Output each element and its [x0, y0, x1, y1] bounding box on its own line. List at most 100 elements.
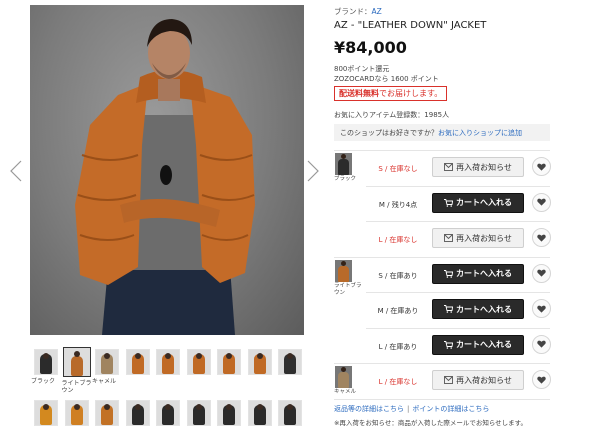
add-to-cart-button[interactable]: カートへ入れる — [432, 299, 524, 319]
thumbnail-head — [104, 353, 110, 359]
color-thumbnail — [335, 153, 352, 175]
favorite-button[interactable] — [532, 192, 551, 212]
add-favorite-shop-link[interactable]: お気に入りショップに追加 — [438, 129, 522, 137]
color-thumbnail-head — [341, 154, 346, 159]
thumbnail[interactable] — [95, 400, 119, 426]
thumbnail[interactable] — [247, 349, 272, 375]
favorite-button[interactable] — [532, 228, 551, 247]
gallery-prev-button[interactable] — [9, 160, 23, 182]
thumbnail[interactable] — [156, 400, 180, 426]
variant-row: L / 在庫あり カートへ入れる — [334, 327, 551, 364]
favorite-button[interactable] — [532, 299, 551, 318]
restock-notify-button[interactable]: 再入荷お知らせ — [432, 228, 524, 248]
thumbnail-head — [134, 404, 141, 410]
thumbnail-head — [256, 353, 263, 359]
color-thumbnail — [335, 366, 352, 388]
color-thumbnail-figure — [338, 159, 349, 175]
thumbnail-cell — [245, 349, 276, 394]
thumbnail-head — [226, 404, 232, 410]
thumbnail-cell — [153, 400, 184, 426]
shipping-text: でお届けします。 — [379, 89, 443, 98]
favorite-button[interactable] — [532, 157, 551, 176]
heart-icon — [537, 163, 546, 171]
thumbnail-cell — [214, 349, 245, 394]
color-thumbnail-head — [341, 367, 346, 372]
color-thumbnail-figure — [338, 265, 349, 282]
points-details-link[interactable]: ポイントの詳細はこちら — [412, 405, 489, 413]
size-stock-label: S / 在庫なし — [378, 165, 418, 173]
thumbnail[interactable] — [95, 349, 119, 375]
thumbnail-cell — [245, 400, 276, 426]
chevron-right-icon — [307, 160, 319, 182]
product-title: AZ - "LEATHER DOWN" JACKET — [334, 20, 487, 31]
button-label: カートへ入れる — [456, 340, 512, 349]
thumbnail[interactable] — [156, 349, 180, 375]
button-label: 再入荷お知らせ — [456, 233, 512, 243]
add-to-cart-button[interactable]: カートへ入れる — [432, 192, 524, 213]
thumbnail[interactable] — [62, 347, 91, 377]
restock-notify-button[interactable]: 再入荷お知らせ — [432, 370, 524, 390]
size-stock-label: S / 在庫あり — [378, 271, 418, 280]
thumbnail-cell — [184, 349, 215, 394]
thumbnail[interactable] — [34, 400, 58, 426]
color-thumbnail — [335, 259, 352, 282]
thumbnail[interactable] — [217, 400, 241, 426]
add-to-cart-button[interactable]: カートへ入れる — [432, 334, 524, 355]
favorite-button[interactable] — [532, 334, 551, 354]
cart-icon — [444, 340, 453, 349]
thumbnail-head — [43, 404, 49, 410]
thumbnail-head — [104, 404, 110, 410]
heart-icon — [537, 305, 546, 313]
favorite-button[interactable] — [532, 263, 551, 283]
thumbnail-cell — [275, 400, 306, 426]
points-info: 800ポイント還元 ZOZOCARDなら 1600 ポイント — [334, 64, 439, 84]
thumbnail[interactable] — [278, 349, 302, 375]
thumbnail[interactable] — [186, 400, 211, 426]
chevron-left-icon — [10, 160, 22, 182]
free-shipping-badge: 配送料無料でお届けします。 — [334, 86, 448, 101]
button-label: 再入荷お知らせ — [456, 375, 512, 385]
thumbnail-cell — [275, 349, 306, 394]
variant-row: ブラック S / 在庫なし 再入荷お知らせ — [334, 150, 551, 186]
variant-row: L / 在庫なし 再入荷お知らせ — [334, 221, 551, 257]
row-divider — [366, 185, 550, 187]
restock-note: ※再入荷をお知らせ：商品が入荷した際メールでお知らせします。 — [334, 419, 528, 427]
thumbnail[interactable] — [186, 349, 211, 375]
thumbnail-row-1: ブラック ライトブラウン キャメル — [31, 347, 306, 394]
mail-icon — [444, 376, 454, 384]
cart-icon — [444, 198, 453, 207]
button-label: カートへ入れる — [456, 304, 512, 314]
color-name: ブラック — [334, 176, 357, 182]
thumbnail[interactable] — [217, 349, 241, 375]
thumbnail[interactable] — [64, 400, 89, 426]
thumbnail-head — [134, 353, 141, 359]
restock-notify-button[interactable]: 再入荷お知らせ — [432, 157, 524, 177]
thumbnail[interactable] — [125, 400, 150, 426]
thumbnail-cell — [92, 400, 123, 426]
mail-icon — [444, 163, 454, 171]
thumbnail-cell — [123, 349, 154, 394]
thumbnail[interactable] — [247, 400, 272, 426]
favorite-button[interactable] — [532, 370, 551, 389]
row-divider — [334, 363, 550, 364]
thumbnail[interactable] — [125, 349, 150, 375]
thumbnail-head — [287, 353, 293, 359]
thumbnail[interactable] — [34, 349, 58, 375]
thumbnail-label: キャメル — [92, 378, 117, 385]
brand-link[interactable]: AZ — [372, 7, 382, 16]
variant-row: ライトブラウン S / 在庫あり カートへ入れる — [334, 256, 551, 296]
model-photo — [75, 19, 255, 335]
row-divider — [334, 256, 550, 258]
gallery-next-button[interactable] — [306, 160, 320, 182]
thumbnail[interactable] — [278, 400, 302, 426]
return-policy-link[interactable]: 返品等の詳細はこちら — [334, 405, 404, 413]
thumbnail-head — [165, 353, 171, 359]
size-stock-label: L / 在庫あり — [378, 342, 418, 351]
cart-icon — [444, 305, 453, 313]
thumbnail-cell — [62, 400, 93, 426]
thumbnail-cell — [123, 400, 154, 426]
favorite-count: お気に入りアイテム登録数：1985人 — [334, 111, 450, 119]
add-to-cart-button[interactable]: カートへ入れる — [432, 263, 524, 284]
zozocard-points-line: ZOZOCARDなら 1600 ポイント — [334, 75, 439, 83]
color-name: キャメル — [334, 389, 357, 395]
